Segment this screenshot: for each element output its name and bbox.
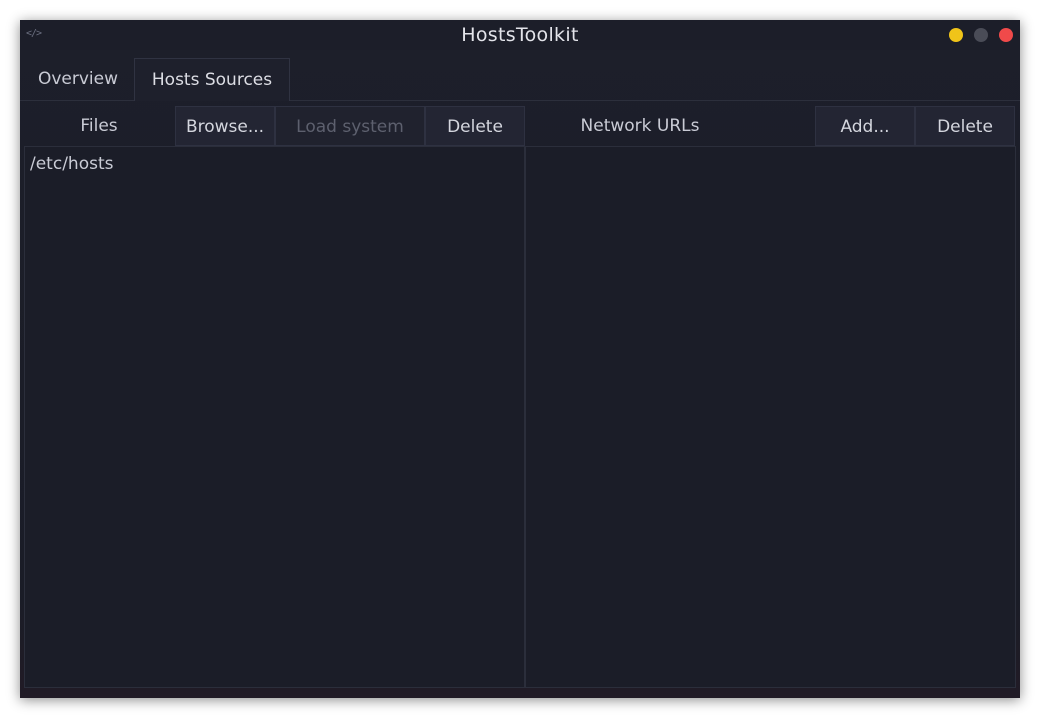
tab-hosts-sources[interactable]: Hosts Sources bbox=[134, 58, 290, 101]
titlebar[interactable]: </> HostsToolkit bbox=[20, 20, 1020, 50]
tab-overview[interactable]: Overview bbox=[22, 58, 134, 100]
load-system-button[interactable]: Load system bbox=[275, 106, 425, 146]
urls-delete-button[interactable]: Delete bbox=[915, 106, 1015, 146]
minimize-button[interactable] bbox=[949, 28, 963, 42]
files-list[interactable]: /etc/hosts bbox=[24, 146, 525, 688]
files-label: Files bbox=[80, 116, 118, 136]
browse-button[interactable]: Browse... bbox=[175, 106, 275, 146]
close-button[interactable] bbox=[999, 28, 1013, 42]
window-title: HostsToolkit bbox=[461, 24, 579, 46]
network-urls-label: Network URLs bbox=[580, 116, 700, 136]
files-panel: Files Browse... Load system Delete /etc/… bbox=[24, 106, 525, 688]
add-url-button[interactable]: Add... bbox=[815, 106, 915, 146]
maximize-button[interactable] bbox=[974, 28, 988, 42]
files-delete-button[interactable]: Delete bbox=[425, 106, 525, 146]
network-urls-panel: Network URLs Add... Delete bbox=[525, 106, 1016, 688]
tab-bar: Overview Hosts Sources bbox=[20, 58, 1020, 101]
network-urls-list[interactable] bbox=[525, 146, 1016, 688]
list-item[interactable]: /etc/hosts bbox=[25, 147, 524, 181]
app-window: </> HostsToolkit Overview Hosts Sources … bbox=[20, 20, 1020, 698]
